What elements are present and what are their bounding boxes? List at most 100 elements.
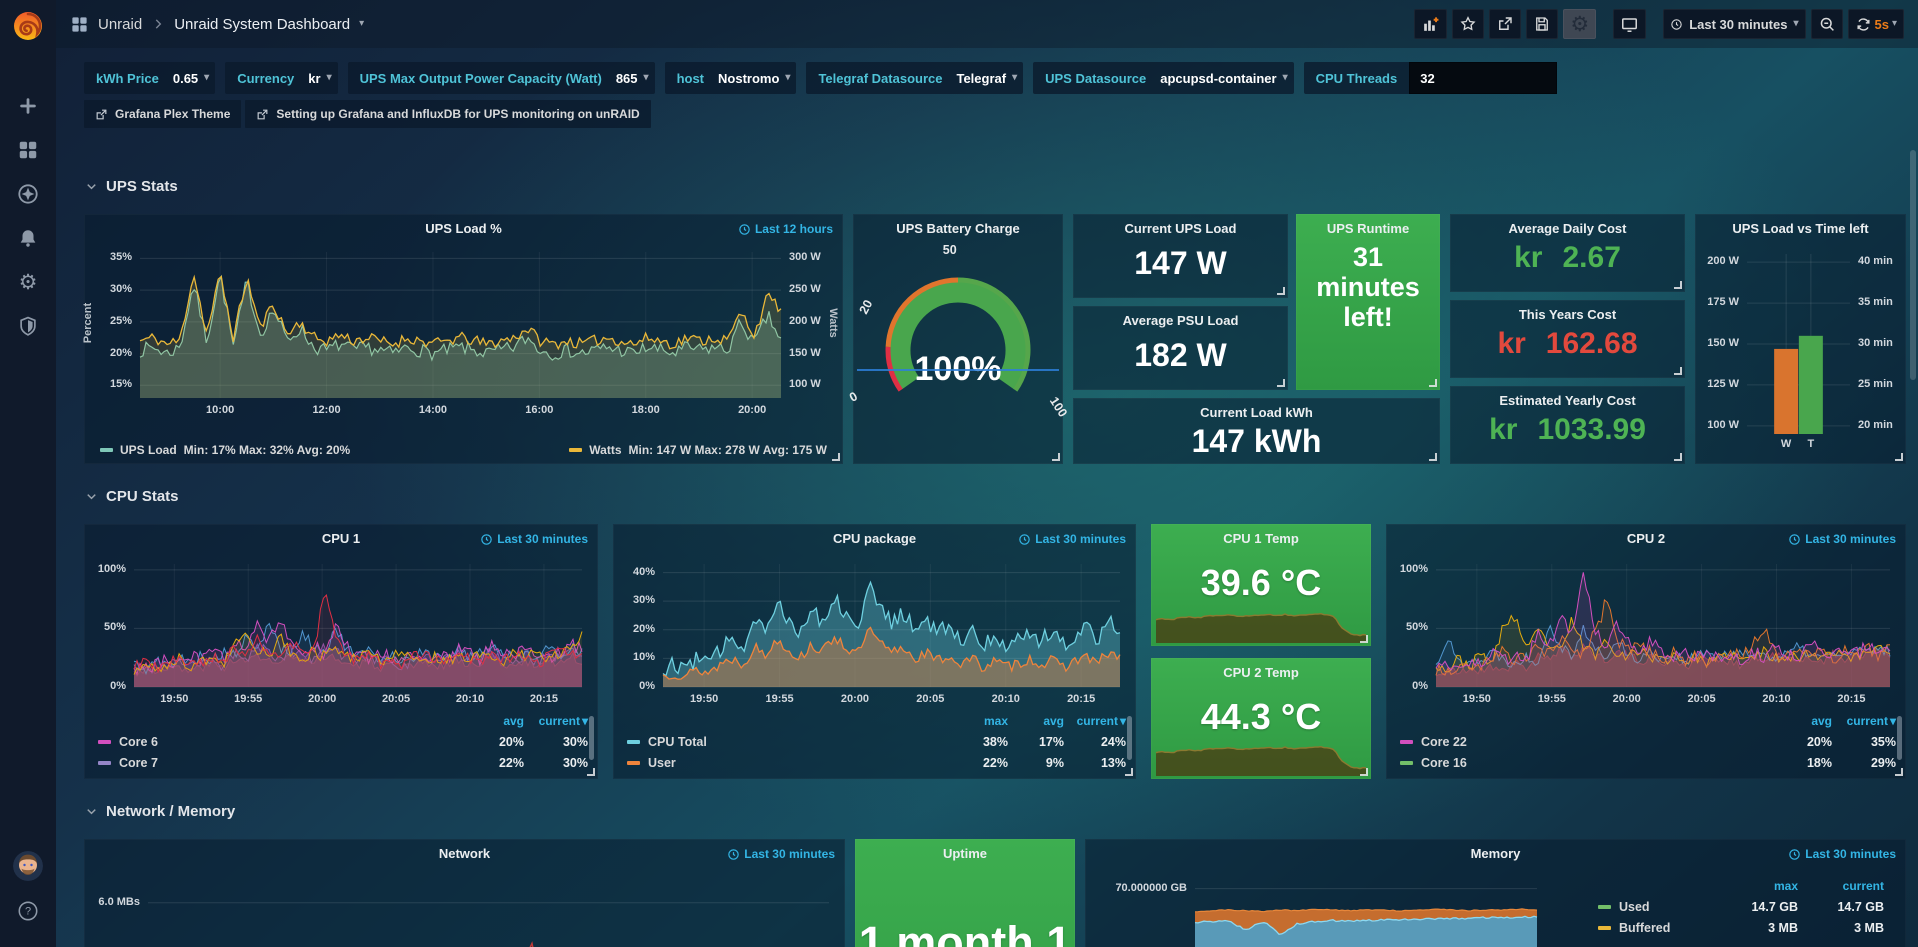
memory-chart[interactable]: 50.000000 GB60.000000 GB70.000000 GB bbox=[1195, 881, 1537, 947]
legend-row[interactable]: User 22% 9% 13% bbox=[627, 752, 1126, 773]
legend-row[interactable]: Core 7 22% 30% bbox=[98, 752, 588, 773]
panel-average-psu-load[interactable]: Average PSU Load 182 W bbox=[1073, 306, 1288, 390]
panel-ups-load[interactable]: UPS Load % Last 12 hours 15%100 W20%150 … bbox=[84, 214, 843, 464]
cpu1-chart[interactable]: 0%50%100%19:5019:5520:0020:0520:1020:15 bbox=[134, 564, 582, 687]
breadcrumb-title[interactable]: Unraid System Dashboard bbox=[174, 16, 350, 33]
cpu-stats-row: CPU 1 Last 30 minutes 0%50%100%19:5019:5… bbox=[84, 524, 1906, 779]
variable-ups-datasource: UPS Datasource apcupsd-container▾ bbox=[1033, 62, 1293, 94]
variable-value-dropdown[interactable]: Nostromo▾ bbox=[716, 71, 796, 86]
legend-col-header[interactable]: avg bbox=[460, 714, 524, 728]
legend-col-header[interactable]: current bbox=[1832, 714, 1896, 728]
panel-time-range[interactable]: Last 30 minutes bbox=[1788, 847, 1896, 861]
user-avatar[interactable] bbox=[13, 851, 43, 881]
legend-scrollbar[interactable] bbox=[589, 716, 594, 760]
y-axis-tick: 6.0 MBs bbox=[98, 896, 140, 908]
panel-cpu2[interactable]: CPU 2 Last 30 minutes 0%50%100%19:5019:5… bbox=[1386, 524, 1906, 779]
variable-value-dropdown[interactable]: 0.65▾ bbox=[171, 71, 215, 86]
ups-bar-chart[interactable]: 100 W20 min125 W25 min150 W30 min175 W35… bbox=[1747, 254, 1850, 434]
panel-uptime[interactable]: Uptime 1 month 1 bbox=[855, 839, 1075, 947]
panel-cpu1-temp[interactable]: CPU 1 Temp 39.6 °C bbox=[1151, 524, 1371, 646]
y-axis-tick: 100 W bbox=[1707, 419, 1739, 431]
panel-ups-runtime[interactable]: UPS Runtime 31 minutes left! bbox=[1296, 214, 1440, 390]
panel-time-range[interactable]: Last 30 minutes bbox=[727, 847, 835, 861]
alerting-bell-icon[interactable] bbox=[16, 226, 40, 250]
legend-row[interactable]: Core 22 20% 35% bbox=[1400, 731, 1896, 752]
legend-row[interactable]: Core 16 18% 29% bbox=[1400, 752, 1896, 773]
variable-value-dropdown[interactable]: kr▾ bbox=[306, 71, 337, 86]
variable-value-dropdown[interactable]: Telegraf▾ bbox=[954, 71, 1023, 86]
zoom-out-button[interactable] bbox=[1811, 9, 1843, 39]
legend-col-header[interactable]: max bbox=[1712, 879, 1798, 893]
panel-title[interactable]: UPS Load % bbox=[84, 214, 843, 236]
ups-stats-row: UPS Load % Last 12 hours 15%100 W20%150 … bbox=[84, 214, 1906, 464]
save-button[interactable] bbox=[1526, 9, 1558, 39]
configuration-gear-icon[interactable]: ⚙ bbox=[16, 270, 40, 294]
cpu2-chart[interactable]: 0%50%100%19:5019:5520:0020:0520:1020:15 bbox=[1436, 564, 1890, 687]
section-cpu-stats[interactable]: CPU Stats bbox=[84, 484, 1906, 508]
dashboard-settings-button[interactable]: ⚙ bbox=[1563, 9, 1596, 39]
legend-col-header[interactable]: current bbox=[524, 714, 588, 728]
ups-load-chart[interactable]: 15%100 W20%150 W25%200 W30%250 W35%300 W… bbox=[140, 252, 781, 398]
help-icon[interactable]: ? bbox=[16, 899, 40, 923]
panel-time-range[interactable]: Last 30 minutes bbox=[480, 532, 588, 546]
variable-ups-max-output: UPS Max Output Power Capacity (Watt) 865… bbox=[348, 62, 655, 94]
panel-current-load-kwh[interactable]: Current Load kWh 147 kWh bbox=[1073, 398, 1440, 464]
panel-time-range[interactable]: Last 12 hours bbox=[738, 222, 833, 236]
panel-time-range[interactable]: Last 30 minutes bbox=[1788, 532, 1896, 546]
variable-value-dropdown[interactable]: apcupsd-container▾ bbox=[1158, 71, 1293, 86]
panel-network[interactable]: Network Last 30 minutes 2.0 MBs4.0 MBs6.… bbox=[84, 839, 845, 947]
share-button[interactable] bbox=[1489, 9, 1521, 39]
panel-time-range[interactable]: Last 30 minutes bbox=[1018, 532, 1126, 546]
legend-col-header[interactable]: current bbox=[1064, 714, 1126, 728]
panel-estimated-yearly-cost[interactable]: Estimated Yearly Cost kr1033.99 bbox=[1450, 386, 1685, 464]
variable-value-dropdown[interactable]: 865▾ bbox=[614, 71, 655, 86]
link-ups-monitoring-guide[interactable]: Setting up Grafana and InfluxDB for UPS … bbox=[245, 100, 650, 128]
panel-average-daily-cost[interactable]: Average Daily Cost kr2.67 bbox=[1450, 214, 1685, 292]
cpu-package-chart[interactable]: 0%10%20%30%40%19:5019:5520:0020:0520:102… bbox=[663, 564, 1120, 687]
legend-entry[interactable]: Watts Min: 147 W Max: 278 W Avg: 175 W bbox=[569, 443, 827, 457]
cpu-threads-input[interactable] bbox=[1409, 62, 1557, 94]
legend-row[interactable]: Core 6 20% 30% bbox=[98, 731, 588, 752]
breadcrumb-folder[interactable]: Unraid bbox=[98, 16, 142, 33]
legend-row[interactable]: Used 14.7 GB 14.7 GB bbox=[1598, 896, 1884, 917]
legend-row[interactable]: Buffered 3 MB 3 MB bbox=[1598, 917, 1884, 938]
panel-title: CPU 1 Temp bbox=[1151, 524, 1371, 546]
page-scrollbar[interactable] bbox=[1910, 150, 1916, 380]
refresh-button[interactable]: 5s ▾ bbox=[1848, 9, 1905, 39]
panel-ups-load-vs-time-left[interactable]: UPS Load vs Time left 100 W20 min125 W25… bbox=[1695, 214, 1906, 464]
legend-scrollbar[interactable] bbox=[1127, 716, 1132, 760]
legend-col-header[interactable]: avg bbox=[1008, 714, 1064, 728]
panel-cpu-package[interactable]: CPU package Last 30 minutes 0%10%20%30%4… bbox=[613, 524, 1136, 779]
link-grafana-plex-theme[interactable]: Grafana Plex Theme bbox=[84, 100, 241, 128]
chevron-down-icon[interactable]: ▾ bbox=[359, 19, 364, 29]
legend-scrollbar[interactable] bbox=[1897, 716, 1902, 760]
time-range-picker[interactable]: Last 30 minutes ▾ bbox=[1663, 9, 1805, 39]
refresh-interval[interactable]: 5s bbox=[1875, 17, 1889, 32]
create-plus-icon[interactable] bbox=[16, 94, 40, 118]
server-admin-shield-icon[interactable] bbox=[16, 314, 40, 338]
panel-ups-battery-charge[interactable]: UPS Battery Charge 0 20 50 100 100% bbox=[853, 214, 1063, 464]
grafana-logo-icon[interactable] bbox=[10, 8, 46, 44]
cycle-view-tv-button[interactable] bbox=[1613, 9, 1646, 39]
dashboards-icon[interactable] bbox=[16, 138, 40, 162]
network-chart[interactable]: 2.0 MBs4.0 MBs6.0 MBs bbox=[148, 879, 829, 947]
y-axis-tick: 50% bbox=[104, 621, 126, 633]
panel-title[interactable]: UPS Battery Charge bbox=[853, 214, 1063, 236]
panel-cpu1[interactable]: CPU 1 Last 30 minutes 0%50%100%19:5019:5… bbox=[84, 524, 598, 779]
panel-title[interactable]: Memory bbox=[1085, 839, 1906, 861]
panel-memory[interactable]: Memory Last 30 minutes 50.000000 GB60.00… bbox=[1085, 839, 1906, 947]
legend-col-header[interactable]: avg bbox=[1768, 714, 1832, 728]
panel-cpu2-temp[interactable]: CPU 2 Temp 44.3 °C bbox=[1151, 658, 1371, 780]
legend-col-header[interactable]: max bbox=[952, 714, 1008, 728]
explore-compass-icon[interactable] bbox=[16, 182, 40, 206]
section-network-memory[interactable]: Network / Memory bbox=[84, 799, 1906, 823]
legend-entry[interactable]: UPS Load Min: 17% Max: 32% Avg: 20% bbox=[100, 443, 350, 457]
section-ups-stats[interactable]: UPS Stats bbox=[84, 174, 1906, 198]
star-button[interactable] bbox=[1452, 9, 1484, 39]
panel-this-years-cost[interactable]: This Years Cost kr162.68 bbox=[1450, 300, 1685, 378]
add-panel-button[interactable] bbox=[1414, 9, 1447, 39]
variable-kwh-price: kWh Price 0.65▾ bbox=[84, 62, 215, 94]
legend-row[interactable]: CPU Total 38% 17% 24% bbox=[627, 731, 1126, 752]
panel-current-ups-load[interactable]: Current UPS Load 147 W bbox=[1073, 214, 1288, 298]
legend-col-header[interactable]: current bbox=[1798, 879, 1884, 893]
